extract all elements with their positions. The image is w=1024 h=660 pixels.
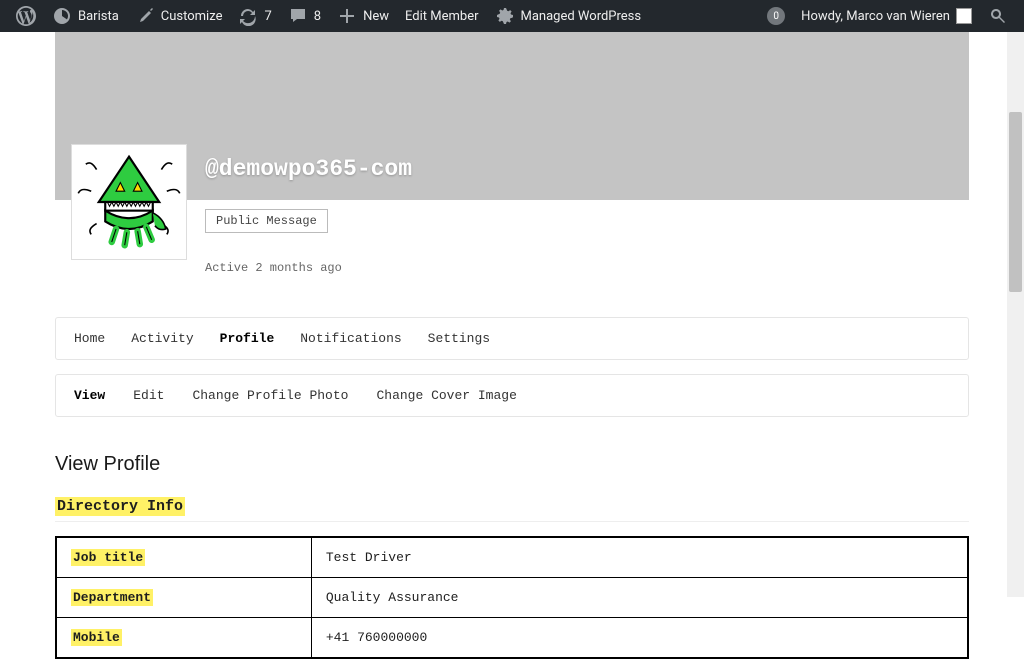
public-message-button[interactable]: Public Message bbox=[205, 209, 328, 233]
nav-item-settings[interactable]: Settings bbox=[428, 318, 490, 359]
wp-logo[interactable] bbox=[8, 0, 44, 32]
page-content: @demowpo365-com Public Message Active 2 … bbox=[17, 32, 1007, 659]
scrollbar-thumb[interactable] bbox=[1009, 112, 1022, 292]
howdy-label: Howdy, Marco van Wieren bbox=[801, 9, 950, 24]
new-label: New bbox=[363, 9, 389, 24]
subnav-item-change-cover-image[interactable]: Change Cover Image bbox=[376, 375, 516, 416]
updates-count: 7 bbox=[264, 9, 271, 24]
subnav-item-change-profile-photo[interactable]: Change Profile Photo bbox=[192, 375, 348, 416]
managed-wp-label: Managed WordPress bbox=[521, 9, 642, 24]
profile-primary-nav: Home Activity Profile Notifications Settings bbox=[55, 317, 969, 360]
wordpress-icon bbox=[16, 6, 36, 26]
customize-link[interactable]: Customize bbox=[127, 0, 231, 32]
refresh-icon bbox=[238, 6, 258, 26]
vertical-scrollbar[interactable] bbox=[1007, 32, 1024, 597]
table-row: DepartmentQuality Assurance bbox=[56, 578, 968, 618]
table-row: Job titleTest Driver bbox=[56, 537, 968, 578]
managed-wp-link[interactable]: Managed WordPress bbox=[487, 0, 650, 32]
nav-item-activity[interactable]: Activity bbox=[131, 318, 193, 359]
comments-count: 8 bbox=[314, 9, 321, 24]
my-account-link[interactable]: Howdy, Marco van Wieren bbox=[793, 0, 980, 32]
subnav-item-edit[interactable]: Edit bbox=[133, 375, 164, 416]
wp-admin-bar: Barista Customize 7 8 New Edit Member Ma… bbox=[0, 0, 1024, 32]
new-content-link[interactable]: New bbox=[329, 0, 397, 32]
plus-icon bbox=[337, 6, 357, 26]
avatar-thumb bbox=[956, 8, 972, 24]
customize-label: Customize bbox=[161, 9, 223, 24]
field-value: Quality Assurance bbox=[311, 578, 968, 618]
avatar[interactable] bbox=[71, 144, 187, 260]
edit-member-link[interactable]: Edit Member bbox=[397, 0, 486, 32]
last-active-text: Active 2 months ago bbox=[205, 261, 953, 275]
avatar-monster-icon bbox=[75, 148, 183, 256]
field-label: Job title bbox=[56, 537, 311, 578]
edit-member-label: Edit Member bbox=[405, 9, 478, 24]
notifications-badge: 0 bbox=[767, 7, 785, 25]
site-name-link[interactable]: Barista bbox=[44, 0, 127, 32]
profile-header: @demowpo365-com Public Message Active 2 … bbox=[55, 144, 969, 275]
view-profile-heading: View Profile bbox=[55, 453, 969, 476]
updates-link[interactable]: 7 bbox=[230, 0, 279, 32]
nav-item-notifications[interactable]: Notifications bbox=[300, 318, 401, 359]
field-value: Test Driver bbox=[311, 537, 968, 578]
profile-sub-nav: View Edit Change Profile Photo Change Cover… bbox=[55, 374, 969, 417]
table-row: Mobile+41 760000000 bbox=[56, 618, 968, 659]
gauge-icon bbox=[52, 6, 72, 26]
nav-item-profile[interactable]: Profile bbox=[220, 318, 275, 359]
search-icon bbox=[988, 6, 1008, 26]
comment-icon bbox=[288, 6, 308, 26]
comments-link[interactable]: 8 bbox=[280, 0, 329, 32]
profile-username: @demowpo365-com bbox=[205, 158, 953, 181]
search-toggle[interactable] bbox=[980, 0, 1016, 32]
notifications-link[interactable]: 0 bbox=[759, 0, 793, 32]
field-value: +41 760000000 bbox=[311, 618, 968, 659]
gear-icon bbox=[495, 6, 515, 26]
directory-info-heading: Directory Info bbox=[55, 498, 969, 522]
brush-icon bbox=[135, 6, 155, 26]
site-name-label: Barista bbox=[78, 9, 119, 24]
subnav-item-view[interactable]: View bbox=[74, 375, 105, 416]
field-label: Mobile bbox=[56, 618, 311, 659]
nav-item-home[interactable]: Home bbox=[74, 318, 105, 359]
directory-info-table: Job titleTest DriverDepartmentQuality As… bbox=[55, 536, 969, 659]
field-label: Department bbox=[56, 578, 311, 618]
